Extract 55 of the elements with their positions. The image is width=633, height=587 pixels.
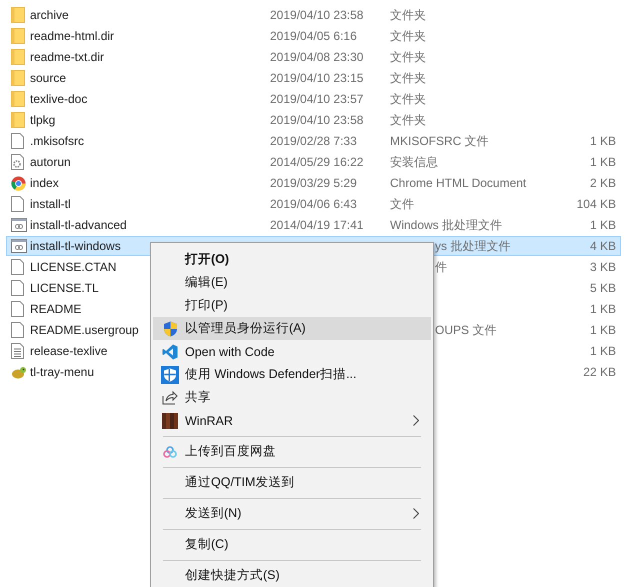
file-name: index (30, 176, 59, 190)
file-date: 2019/04/05 6:16 (270, 29, 358, 43)
file-name: release-texlive (30, 344, 108, 358)
file-name: source (30, 71, 66, 85)
file-size: 1 KB (588, 218, 617, 232)
file-name: tl-tray-menu (30, 365, 94, 379)
file-name: install-tl-windows (30, 239, 121, 253)
file-type: 文件 (390, 196, 415, 212)
file-date: 2014/05/29 16:22 (270, 155, 364, 169)
file-type: ys 批处理文件 (434, 238, 512, 254)
file-name: archive (30, 8, 69, 22)
file-type: 文件夹 (390, 28, 427, 44)
file-size: 104 KB (576, 197, 617, 211)
file-name: tlpkg (30, 113, 56, 127)
file-date: 2019/04/10 23:15 (270, 71, 364, 85)
file-date: 2014/04/19 17:41 (270, 218, 364, 232)
file-type: 文件夹 (390, 6, 427, 24)
file-name: autorun (30, 155, 71, 169)
file-size: 1 KB (588, 134, 617, 148)
file-name: texlive-doc (30, 92, 88, 106)
file-date: 2019/04/10 23:58 (270, 113, 364, 127)
file-date: 2019/03/29 5:29 (270, 176, 358, 190)
file-size: 1 KB (588, 344, 617, 358)
file-name: README.usergroup (30, 323, 139, 337)
file-name: install-tl-advanced (30, 218, 127, 232)
file-name: LICENSE.TL (30, 281, 99, 295)
file-type: 件 (434, 258, 448, 276)
file-date: 2019/04/08 23:30 (270, 50, 364, 64)
file-name: .mkisofsrc (30, 134, 84, 148)
file-date: 2019/04/06 6:43 (270, 197, 358, 211)
file-type: 文件夹 (390, 112, 427, 128)
file-size: 22 KB (582, 365, 617, 379)
file-date: 2019/04/10 23:58 (270, 8, 364, 22)
file-type: 文件夹 (390, 70, 427, 86)
file-type: 文件夹 (390, 48, 427, 66)
file-type: Chrome HTML Document (390, 176, 528, 190)
file-size: 3 KB (588, 260, 617, 274)
file-size: 1 KB (588, 155, 617, 169)
file-type: 安装信息 (390, 154, 439, 170)
file-name: readme-txt.dir (30, 50, 104, 64)
file-type: 文件夹 (390, 90, 427, 108)
file-size: 1 KB (588, 302, 617, 316)
file-date: 2019/04/10 23:57 (270, 92, 364, 106)
file-type: OUPS 文件 (434, 322, 498, 338)
file-type: Windows 批处理文件 (390, 216, 504, 234)
file-size: 5 KB (588, 281, 617, 295)
file-size: 4 KB (588, 239, 617, 253)
file-name: README (30, 302, 82, 316)
file-size: 2 KB (588, 176, 617, 190)
file-size: 1 KB (588, 323, 617, 337)
file-name: install-tl (30, 197, 71, 211)
file-date: 2019/02/28 7:33 (270, 134, 358, 148)
file-name: readme-html.dir (30, 29, 114, 43)
file-name: LICENSE.CTAN (30, 260, 116, 274)
file-type: MKISOFSRC 文件 (390, 132, 490, 150)
